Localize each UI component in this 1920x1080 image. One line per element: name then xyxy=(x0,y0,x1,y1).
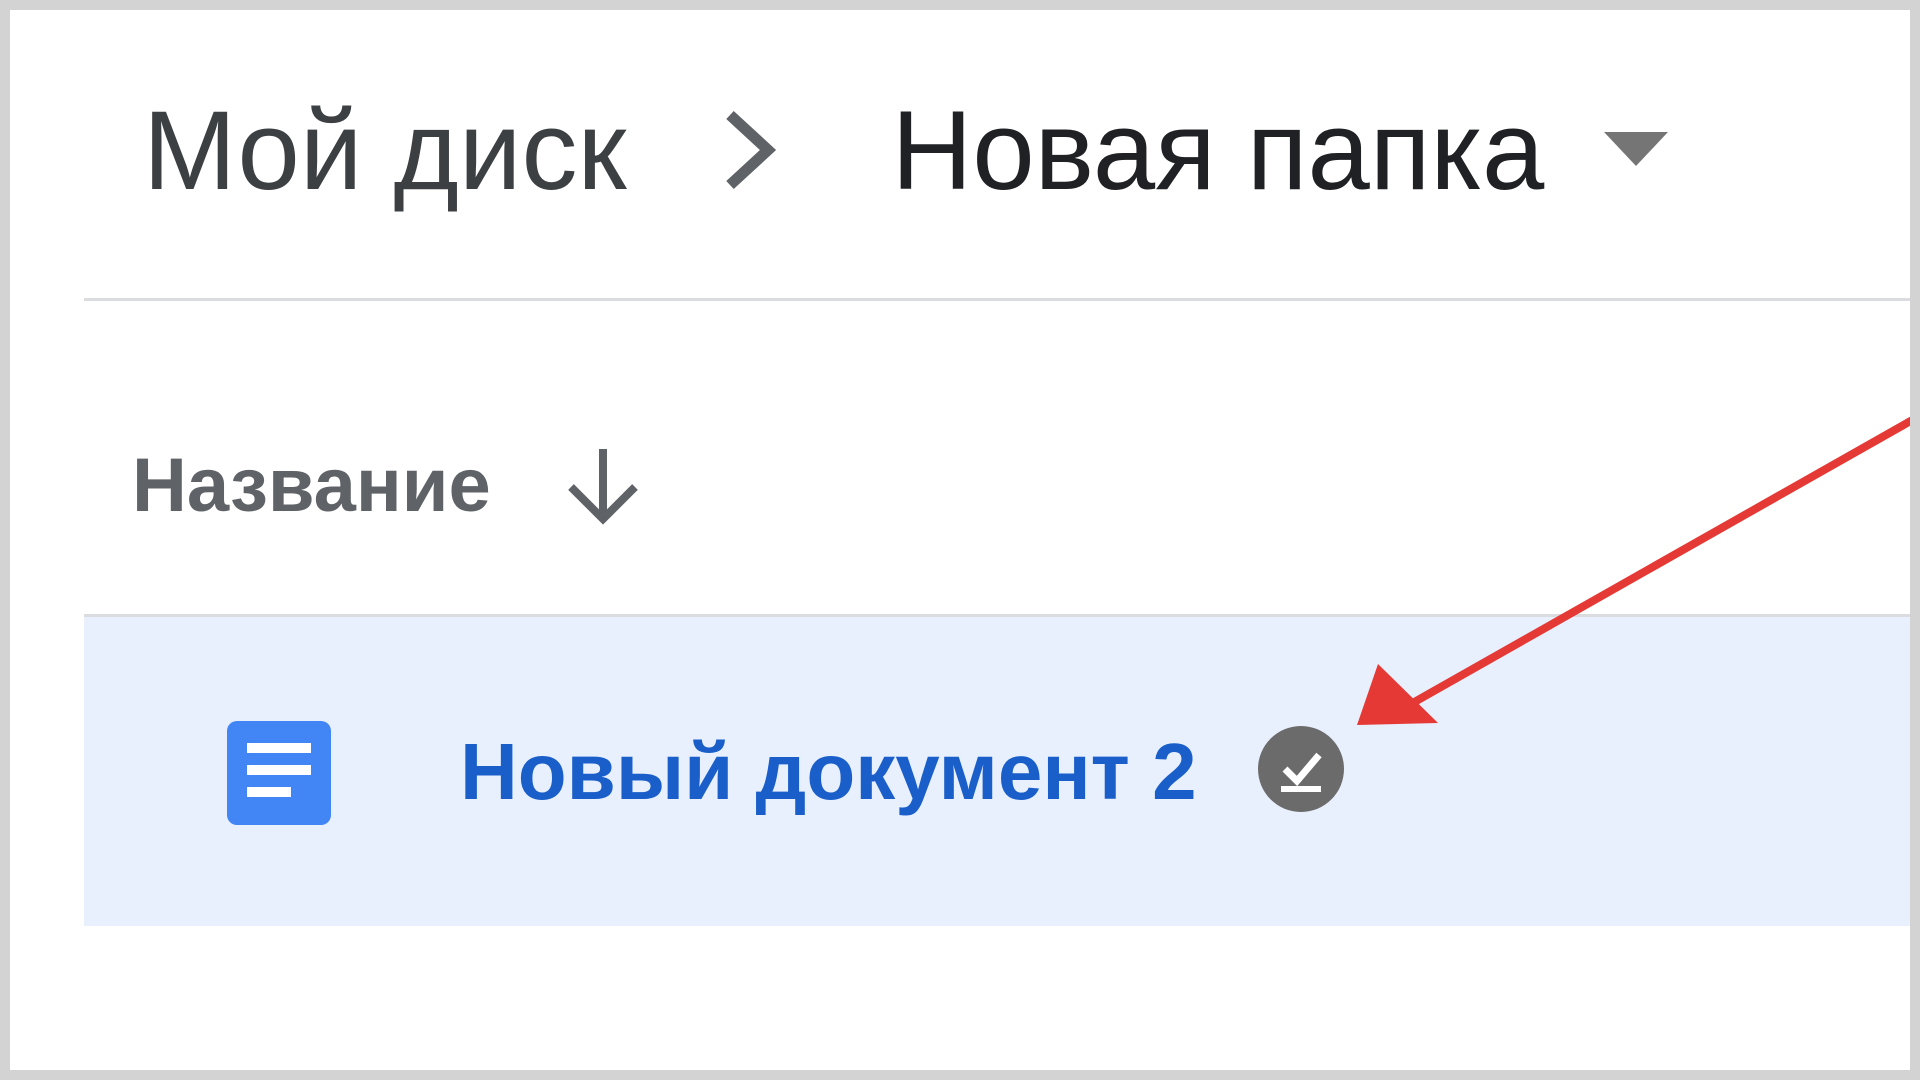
column-header-name[interactable]: Название xyxy=(132,440,645,530)
breadcrumb-root-my-drive[interactable]: Мой диск xyxy=(143,86,626,215)
dropdown-arrow-icon[interactable] xyxy=(1604,132,1669,168)
breadcrumb: Мой диск Новая папка xyxy=(143,85,1669,215)
column-header-label: Название xyxy=(132,442,491,528)
file-row[interactable]: Новый документ 2 xyxy=(84,617,1910,926)
file-name[interactable]: Новый документ 2 xyxy=(460,717,1197,827)
header-divider xyxy=(84,298,1910,301)
arrow-down-icon[interactable] xyxy=(561,443,645,527)
google-docs-icon xyxy=(227,721,331,825)
breadcrumb-current-folder[interactable]: Новая папка xyxy=(891,86,1544,215)
screenshot-frame: Мой диск Новая папка Название Новый доку… xyxy=(0,0,1920,1080)
available-offline-icon xyxy=(1258,726,1344,812)
chevron-right-icon xyxy=(726,110,777,190)
